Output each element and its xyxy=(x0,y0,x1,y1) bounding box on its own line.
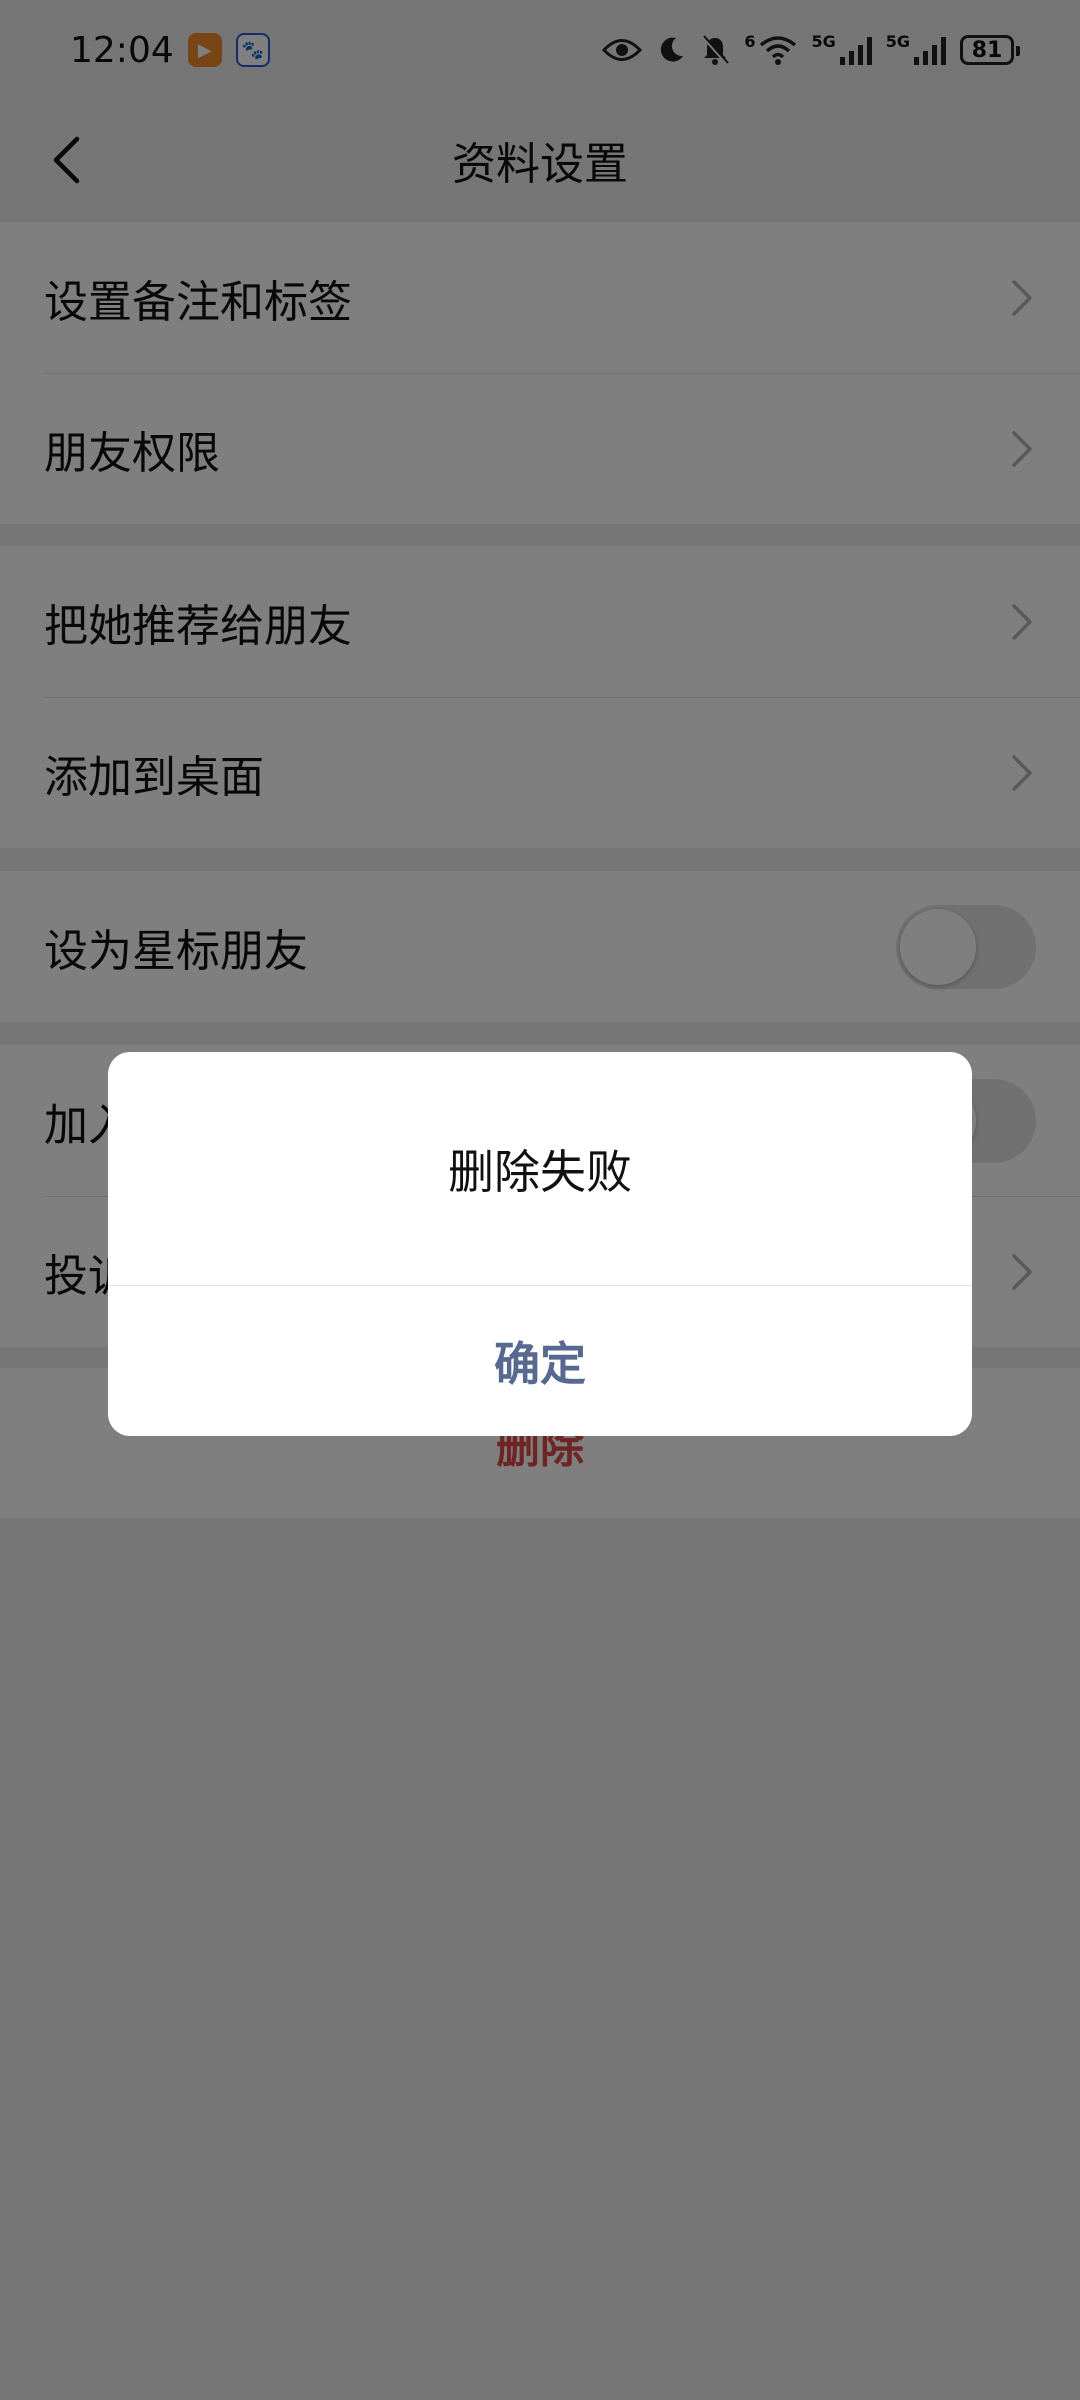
confirm-button[interactable]: 确定 xyxy=(108,1286,972,1436)
dialog-message: 删除失败 xyxy=(108,1052,972,1286)
alert-dialog: 删除失败 确定 xyxy=(108,1052,972,1436)
